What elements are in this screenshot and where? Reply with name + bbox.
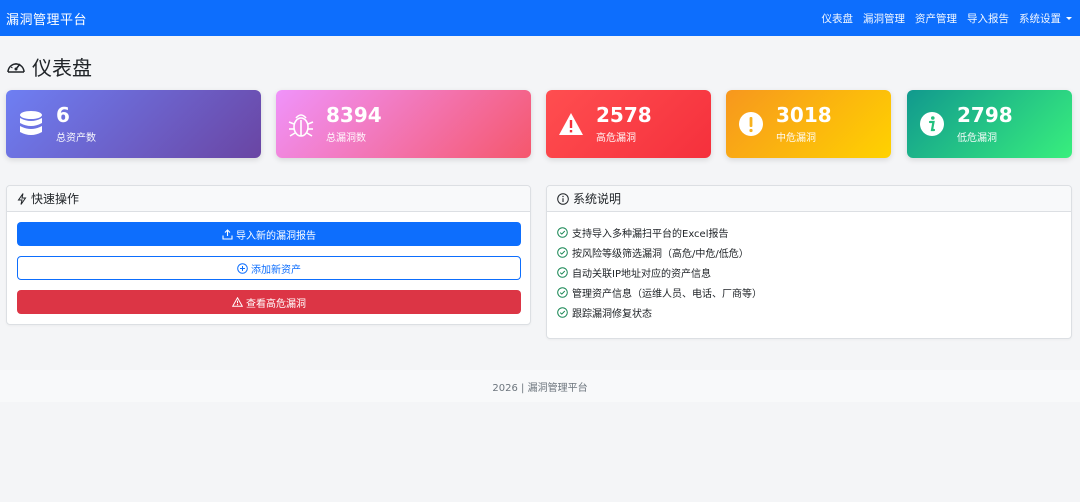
nav-item-assets[interactable]: 资产管理	[915, 11, 957, 26]
card-header: 系统说明	[547, 186, 1071, 212]
check-circle-icon	[557, 246, 568, 258]
info-circle-icon	[920, 112, 944, 136]
page-header: 仪表盘	[6, 52, 92, 81]
check-circle-icon	[557, 266, 568, 278]
list-item: 管理资产信息（运维人员、电话、厂商等）	[557, 282, 1071, 302]
list-item: 自动关联IP地址对应的资产信息	[557, 262, 1071, 282]
brand-link[interactable]: 漏洞管理平台	[6, 9, 87, 28]
upload-icon	[222, 228, 233, 240]
top-navbar: 漏洞管理平台 仪表盘 漏洞管理 资产管理 导入报告 系统设置	[0, 0, 1080, 36]
nav-item-vulnerabilities[interactable]: 漏洞管理	[863, 11, 905, 26]
stat-card-low-vulns: 2798 低危漏洞	[907, 90, 1072, 158]
list-item-text: 按风险等级筛选漏洞（高危/中危/低危）	[572, 248, 749, 260]
list-item: 支持导入多种漏扫平台的Excel报告	[557, 222, 1071, 242]
stat-label: 中危漏洞	[776, 132, 816, 144]
footer-text: 2026 | 漏洞管理平台	[492, 382, 588, 394]
plus-circle-icon	[237, 262, 248, 274]
nav-menu: 仪表盘 漏洞管理 资产管理 导入报告 系统设置	[822, 11, 1072, 26]
list-item-text: 管理资产信息（运维人员、电话、厂商等）	[572, 288, 762, 300]
card-header: 快速操作	[7, 186, 530, 212]
check-circle-icon	[557, 306, 568, 318]
page-title: 仪表盘	[32, 56, 92, 80]
stat-card-total-vulns: 8394 总漏洞数	[276, 90, 531, 158]
nav-item-settings-label: 系统设置	[1019, 12, 1061, 25]
caret-down-icon	[1066, 16, 1072, 20]
stat-label: 高危漏洞	[596, 132, 636, 144]
lightning-icon	[17, 192, 27, 205]
stat-label: 低危漏洞	[957, 132, 997, 144]
nav-item-import-report[interactable]: 导入报告	[967, 11, 1009, 26]
info-circle-icon	[557, 192, 569, 205]
system-info-card: 系统说明 支持导入多种漏扫平台的Excel报告 按风险等级筛选漏洞（高危/中危/…	[546, 185, 1072, 339]
exclamation-circle-icon	[739, 112, 763, 136]
stat-value: 2798	[957, 102, 1013, 127]
stat-value: 6	[56, 102, 70, 127]
stat-card-high-vulns: 2578 高危漏洞	[546, 90, 711, 158]
stat-value: 2578	[596, 102, 652, 127]
stat-label: 总资产数	[56, 132, 96, 144]
quick-actions-card: 快速操作 导入新的漏洞报告 添加新资产 查看高危漏洞	[6, 185, 531, 325]
check-circle-icon	[557, 226, 568, 238]
speedometer-icon	[7, 62, 25, 73]
list-item: 跟踪漏洞修复状态	[557, 302, 1071, 322]
stat-value: 8394	[326, 102, 382, 127]
list-item-text: 自动关联IP地址对应的资产信息	[572, 268, 711, 280]
warning-triangle-icon	[559, 113, 583, 135]
button-label: 添加新资产	[251, 264, 301, 276]
nav-item-dashboard[interactable]: 仪表盘	[822, 11, 854, 26]
feature-list: 支持导入多种漏扫平台的Excel报告 按风险等级筛选漏洞（高危/中危/低危） 自…	[547, 212, 1071, 322]
card-title: 系统说明	[573, 192, 622, 206]
list-item-text: 跟踪漏洞修复状态	[572, 308, 652, 320]
database-icon	[20, 111, 42, 135]
check-circle-icon	[557, 286, 568, 298]
import-report-button[interactable]: 导入新的漏洞报告	[17, 222, 521, 246]
warning-icon	[232, 297, 243, 307]
page-footer: 2026 | 漏洞管理平台	[0, 370, 1080, 402]
stat-value: 3018	[776, 102, 832, 127]
view-high-vulns-button[interactable]: 查看高危漏洞	[17, 290, 521, 314]
list-item: 按风险等级筛选漏洞（高危/中危/低危）	[557, 242, 1071, 262]
stat-card-medium-vulns: 3018 中危漏洞	[726, 90, 891, 158]
stat-card-total-assets: 6 总资产数	[6, 90, 261, 158]
add-asset-button[interactable]: 添加新资产	[17, 256, 521, 280]
card-title: 快速操作	[31, 192, 80, 206]
bug-icon	[288, 114, 314, 137]
stat-label: 总漏洞数	[326, 132, 366, 144]
button-label: 查看高危漏洞	[246, 298, 306, 310]
nav-item-settings-dropdown[interactable]: 系统设置	[1019, 11, 1072, 26]
button-label: 导入新的漏洞报告	[236, 230, 316, 242]
list-item-text: 支持导入多种漏扫平台的Excel报告	[572, 228, 729, 240]
